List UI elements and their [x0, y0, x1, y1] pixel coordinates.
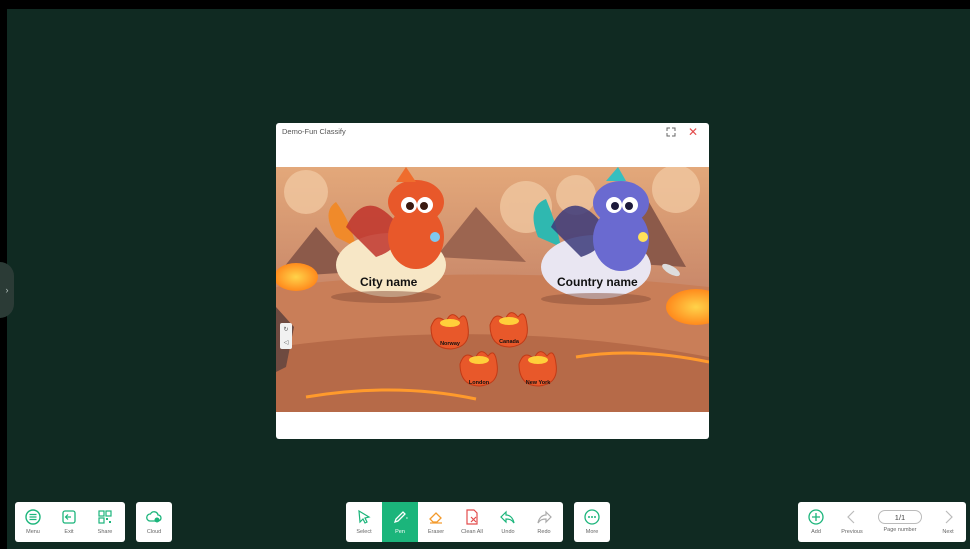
item-london[interactable]: London — [459, 380, 499, 386]
menu-button[interactable]: Menu — [15, 502, 51, 542]
pen-icon — [393, 511, 408, 524]
cloud-button[interactable]: Cloud — [136, 502, 172, 542]
clean-all-button[interactable]: Clean All — [454, 502, 490, 542]
item-canada[interactable]: Canada — [489, 339, 529, 345]
chevron-left-icon — [847, 510, 855, 524]
select-cursor-icon — [358, 509, 371, 524]
item-norway[interactable]: Norway — [430, 341, 470, 347]
previous-page-button[interactable]: Previous — [834, 502, 870, 542]
select-button[interactable]: Select — [346, 502, 382, 542]
redo-icon — [537, 510, 552, 524]
undo-label: Undo — [501, 529, 515, 535]
toolbar-center: Select Pen Eraser Clean All Undo Redo — [346, 502, 563, 542]
add-icon — [808, 509, 824, 525]
redo-label: Redo — [537, 529, 551, 535]
window-side-tools: ↻ ◁ — [280, 323, 292, 349]
undo-icon — [500, 510, 515, 524]
add-page-button[interactable]: Add — [798, 502, 834, 542]
cloud-label: Cloud — [146, 529, 162, 535]
menu-icon — [25, 509, 41, 525]
clean-all-label: Clean All — [461, 529, 483, 535]
chevron-right-icon: › — [5, 285, 9, 295]
fullscreen-icon[interactable] — [665, 126, 677, 138]
city-name-label: City name — [360, 275, 418, 289]
previous-label: Previous — [841, 529, 863, 535]
country-name-label: Country name — [557, 275, 638, 289]
eraser-label: Eraser — [427, 529, 445, 535]
chevron-right-icon — [945, 510, 953, 524]
share-label: Share — [97, 529, 113, 535]
next-label: Next — [942, 529, 954, 535]
close-icon[interactable]: ✕ — [686, 125, 700, 139]
exit-label: Exit — [64, 529, 74, 535]
redo-button[interactable]: Redo — [526, 502, 562, 542]
app-window: Demo-Fun Classify ✕ City name Country na… — [276, 123, 709, 439]
cloud-icon — [146, 511, 162, 523]
classify-game-scene: City name Country name Norway Canada Lon… — [276, 167, 709, 412]
share-button[interactable]: Share — [87, 502, 123, 542]
menu-label: Menu — [26, 529, 40, 535]
toolbar-left: Menu Exit Share — [15, 502, 125, 542]
side-panel-toggle[interactable]: › — [0, 262, 14, 318]
pen-label: Pen — [395, 529, 405, 535]
more-button[interactable]: More — [574, 502, 610, 542]
toolbar-more: More — [574, 502, 610, 542]
clear-page-icon — [466, 509, 478, 525]
pen-button[interactable]: Pen — [382, 502, 418, 542]
more-label: More — [585, 529, 599, 535]
page-number-label: Page number — [883, 527, 917, 533]
item-new-york[interactable]: New York — [518, 380, 558, 386]
page-number-control[interactable]: 1/1 Page number — [870, 502, 930, 542]
toolbar-cloud: Cloud — [136, 502, 172, 542]
more-icon — [584, 509, 600, 525]
add-label: Add — [811, 529, 821, 535]
exit-icon — [62, 510, 76, 524]
undo-button[interactable]: Undo — [490, 502, 526, 542]
qr-code-icon — [98, 510, 112, 524]
select-label: Select — [356, 529, 372, 535]
volume-icon[interactable]: ◁ — [284, 339, 289, 347]
exit-button[interactable]: Exit — [51, 502, 87, 542]
next-page-button[interactable]: Next — [930, 502, 966, 542]
window-title: Demo-Fun Classify — [282, 127, 346, 136]
toolbar-right: Add Previous 1/1 Page number Next — [798, 502, 966, 542]
eraser-icon — [429, 512, 442, 524]
eraser-button[interactable]: Eraser — [418, 502, 454, 542]
page-number-value[interactable]: 1/1 — [878, 510, 922, 524]
refresh-icon[interactable]: ↻ — [283, 326, 288, 334]
